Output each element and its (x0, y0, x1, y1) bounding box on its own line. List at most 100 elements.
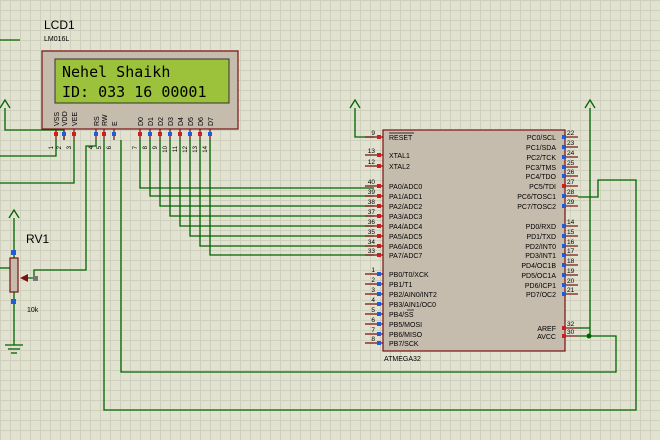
pin-marker-icon (377, 164, 381, 168)
pin-marker-icon (562, 234, 566, 238)
mcu-pin-label: PC1/SDA (526, 145, 556, 152)
lcd-model: LM016L (44, 36, 69, 43)
mcu-pin-label: PD3/INT1 (525, 253, 556, 260)
mcu-pin-number: 39 (368, 189, 376, 196)
lcd-pin-label: D3 (168, 117, 175, 126)
mcu-pin-label: PA7/ADC7 (389, 253, 422, 260)
mcu-pin-number: 37 (368, 209, 376, 216)
pin-marker-icon (562, 334, 566, 338)
pin-marker-icon (377, 302, 381, 306)
wire-d7 (209, 140, 374, 256)
mcu-pin-label: PD1/TXD (526, 234, 556, 241)
lcd-component[interactable]: LCD1 LM016L Nehel Shaikh ID: 033 16 0000… (41, 18, 239, 153)
mcu-pin-number: 9 (371, 130, 375, 137)
pin-marker-icon (11, 299, 16, 304)
mcu-pin-number: 34 (368, 239, 376, 246)
power-terminal-icon (0, 98, 11, 109)
pin-marker-icon (377, 204, 381, 208)
wire-rw-pot (22, 140, 97, 279)
mcu-pin-number: 17 (567, 248, 575, 255)
pin-marker-icon (562, 273, 566, 277)
mcu-pin-number: 23 (567, 140, 575, 147)
pot-ref: RV1 (26, 232, 49, 246)
mcu-pin-number: 16 (567, 239, 575, 246)
mcu-pin-label: PA1/ADC1 (389, 194, 422, 201)
lcd-pin-label: VSS (54, 112, 61, 126)
pin-marker-icon (562, 244, 566, 248)
pin-marker-icon (377, 282, 381, 286)
pin-marker-icon (562, 165, 566, 169)
pin-marker-icon (562, 292, 566, 296)
pin-marker-icon (562, 145, 566, 149)
lcd-pin-label: RW (102, 114, 109, 126)
power-terminal-icon (8, 208, 20, 219)
pin-marker-icon (562, 135, 566, 139)
mcu-pin-label: PA4/ADC4 (389, 224, 422, 231)
lcd-pin-label: VDD (62, 111, 69, 126)
mcu-pin-number: 2 (371, 277, 375, 284)
mcu-pin-number: 12 (368, 159, 376, 166)
mcu-pin-number: 13 (368, 148, 376, 155)
pin-marker-icon (562, 326, 566, 330)
mcu-pin-number: 7 (371, 327, 375, 334)
pin-marker-icon (72, 132, 76, 136)
mcu-pin-label: PC4/TDO (526, 174, 557, 181)
pin-marker-icon (158, 132, 162, 136)
pin-marker-icon (148, 132, 152, 136)
mcu-pin-label: PB5/MOSI (389, 322, 422, 329)
pin-marker-icon (62, 132, 66, 136)
mcu-pin-label: XTAL2 (389, 164, 410, 171)
pin-marker-icon (562, 204, 566, 208)
mcu-name: ATMEGA32 (384, 356, 421, 363)
lcd-pin-label: D7 (208, 117, 215, 126)
lcd-pin-number: 13 (193, 145, 199, 152)
pin-marker-icon (112, 132, 116, 136)
mcu-pin-label: PB3/AIN1/OC0 (389, 302, 436, 309)
mcu-pin-number: 22 (567, 130, 575, 137)
mcu-pin-label: AVCC (537, 334, 556, 341)
junction-dot (586, 333, 592, 339)
mcu-pin-label: PC2/TCK (526, 155, 556, 162)
mcu-pin-label: PA2/ADC2 (389, 204, 422, 211)
pin-marker-icon (208, 132, 212, 136)
wire-vss (0, 140, 57, 157)
lcd-pin-number: 12 (183, 145, 189, 152)
mcu-pin-label: AREF (537, 326, 556, 333)
pin-marker-icon (377, 194, 381, 198)
mcu-pin-label: PC6/TOSC1 (517, 194, 556, 201)
mcu-pin-label: PD6/ICP1 (525, 283, 556, 290)
pin-marker-icon (377, 153, 381, 157)
lcd-pin-number: 2 (57, 145, 63, 149)
lcd-pin-number: 1 (49, 145, 55, 149)
pin-marker-icon (377, 184, 381, 188)
lcd-pin-label: RS (94, 116, 101, 126)
mcu-pin-number: 15 (567, 229, 575, 236)
pin-marker-icon (562, 174, 566, 178)
potentiometer-component[interactable]: RV1 10k (9, 232, 49, 314)
mcu-pin-number: 18 (567, 258, 575, 265)
pin-marker-icon (562, 194, 566, 198)
pot-wiper-arrow-icon (20, 274, 28, 282)
mcu-pin-label: PB6/MISO (389, 332, 423, 339)
mcu-component[interactable]: ATMEGA32 9RESET13XTAL112XTAL240PA0/ADC03… (365, 129, 578, 363)
mcu-pin-number: 27 (567, 179, 575, 186)
mcu-pin-label: PB2/AIN0/INT2 (389, 292, 437, 299)
pin-marker-icon (11, 250, 16, 255)
pin-marker-icon (562, 155, 566, 159)
lcd-line-1: Nehel Shaikh (62, 63, 170, 81)
lcd-pin-label: D4 (178, 117, 185, 126)
mcu-pin-number: 33 (368, 248, 376, 255)
mcu-pin-label: PA0/ADC0 (389, 184, 422, 191)
mcu-pin-number: 24 (567, 150, 575, 157)
lcd-pin-number: 8 (143, 145, 149, 149)
mcu-pin-number: 4 (371, 297, 375, 304)
mcu-pin-label: PC3/TMS (526, 165, 557, 172)
pin-marker-icon (377, 135, 381, 139)
mcu-pin-label: PD7/OC2 (526, 292, 556, 299)
schematic-canvas[interactable]: LCD1 LM016L Nehel Shaikh ID: 033 16 0000… (0, 0, 660, 440)
lcd-ref: LCD1 (44, 18, 75, 32)
mcu-pin-number: 19 (567, 268, 575, 275)
pin-marker-icon (102, 132, 106, 136)
mcu-pin-number: 1 (371, 267, 375, 274)
power-terminal-icon (584, 98, 596, 109)
